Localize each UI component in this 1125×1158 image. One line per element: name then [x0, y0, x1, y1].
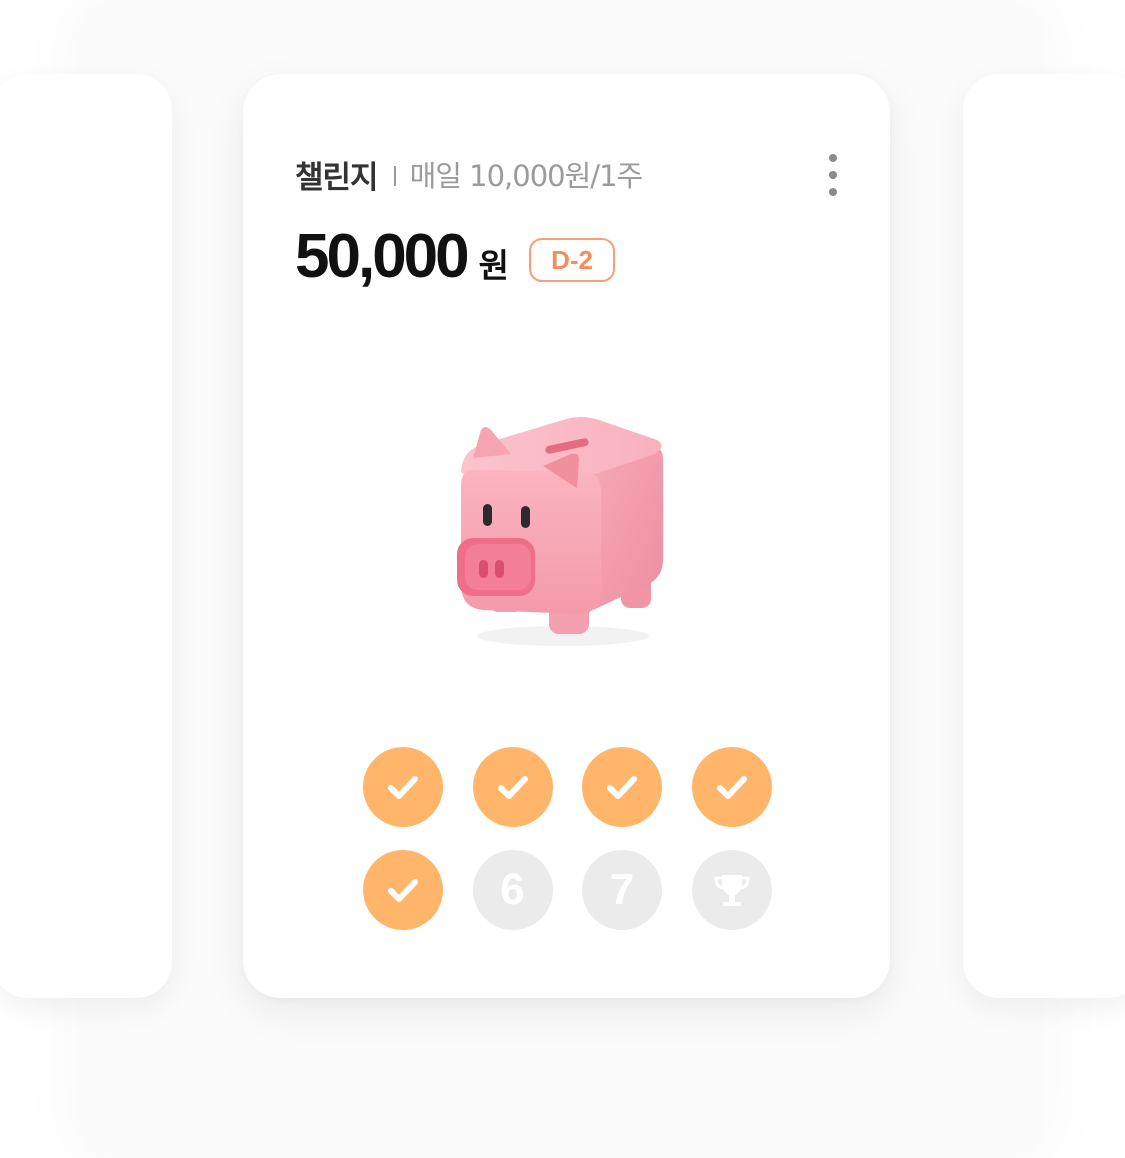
- stamp-pending: 6: [472, 850, 553, 930]
- challenge-card[interactable]: 챌린지 매일 10,000원/1주 50,000 원 D-2 6 7: [243, 74, 890, 998]
- dday-badge: D-2: [529, 238, 616, 282]
- stamp-day-number: 6: [500, 865, 525, 914]
- challenge-label: 챌린지: [295, 159, 379, 196]
- trophy-icon: [713, 875, 750, 906]
- stamp-pending: 7: [582, 850, 662, 930]
- challenge-plan: 매일 10,000원/1주: [409, 159, 644, 193]
- previous-challenge-card[interactable]: [0, 74, 172, 998]
- saved-amount: 50,000: [295, 222, 470, 291]
- more-dot: [829, 154, 837, 162]
- stamp-done: [472, 747, 553, 827]
- stamp-goal: [691, 850, 772, 930]
- checkmark-icon: [388, 776, 418, 799]
- piggy-bank-icon: [457, 417, 663, 646]
- next-challenge-card[interactable]: [963, 74, 1125, 998]
- card-header: 챌린지 매일 10,000원/1주: [295, 152, 644, 196]
- amount-row: 50,000 원 D-2: [295, 218, 616, 291]
- currency-unit: 원: [478, 246, 510, 285]
- stamp-done: [363, 747, 443, 827]
- header-divider: [393, 166, 396, 186]
- more-dot: [829, 188, 837, 196]
- stamp-day-number: 7: [609, 865, 635, 914]
- stamp-done: [363, 850, 443, 930]
- checkmark-icon: [607, 776, 637, 799]
- more-options-icon[interactable]: [821, 154, 845, 196]
- more-dot: [829, 171, 837, 179]
- checkmark-icon: [497, 776, 528, 799]
- stamp-grid: 67: [363, 747, 772, 930]
- stamp-done: [582, 747, 662, 827]
- checkmark-icon: [388, 879, 418, 902]
- stamp-done: [691, 747, 772, 827]
- checkmark-icon: [716, 776, 747, 799]
